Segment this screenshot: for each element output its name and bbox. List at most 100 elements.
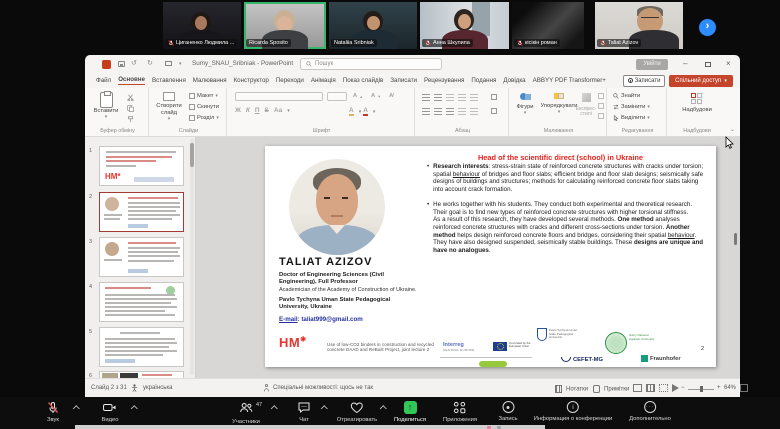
numbering-icon[interactable] [434, 94, 442, 101]
zoom-in-button[interactable]: + [717, 385, 721, 391]
participant-tile[interactable]: Циганенко Людмила ... [163, 2, 241, 49]
tab-animations[interactable]: Анімація [311, 77, 336, 85]
align-text-icon[interactable] [491, 108, 497, 114]
grow-font-button[interactable]: А ▲ [353, 93, 363, 99]
slide-canvas[interactable]: Head of the scientific direct (school) i… [265, 146, 716, 367]
chat-button[interactable]: Чат [298, 401, 311, 423]
font-name-select[interactable] [235, 92, 323, 101]
participant-tile[interactable]: Taliat Azizov [595, 2, 683, 49]
columns-icon[interactable] [470, 108, 478, 115]
italic-button[interactable]: К [246, 107, 250, 114]
tab-view[interactable]: Подання [471, 77, 496, 85]
new-slide-button[interactable]: Створити слайд ▾ [153, 92, 185, 123]
search-input[interactable]: Пошук [300, 57, 442, 70]
participant-tile[interactable]: Анна Шкулипа [420, 2, 509, 49]
close-button[interactable]: × [726, 59, 731, 68]
decrease-indent-icon[interactable] [446, 94, 454, 101]
slide-thumbnail-5[interactable] [99, 327, 184, 367]
accessibility-status[interactable]: Спеціальні можливості: щось не так [273, 385, 373, 391]
paste-button[interactable]: Вставити ▾ [93, 91, 119, 120]
tab-draw[interactable]: Малювання [193, 77, 227, 85]
meeting-info-button[interactable]: i Информация о конференции [534, 401, 612, 422]
increase-indent-icon[interactable] [458, 94, 466, 101]
undo-icon[interactable]: ↺ [131, 59, 137, 67]
underline-button[interactable]: П [255, 107, 260, 114]
minimize-button[interactable]: – [683, 59, 687, 68]
slideshow-from-start-icon[interactable] [165, 61, 172, 66]
change-case-button[interactable]: Аа [274, 107, 282, 114]
tab-abbyy[interactable]: ABBYY PDF Transformer+ [533, 77, 606, 85]
audio-options-caret[interactable] [73, 405, 80, 412]
next-participants-page-button[interactable]: › [699, 19, 716, 36]
audio-button[interactable]: Звук [47, 401, 60, 423]
accessibility-person-icon[interactable] [131, 384, 138, 394]
signin-button[interactable]: Увійти [636, 58, 668, 70]
slide-thumbnail-6[interactable] [99, 371, 184, 378]
shrink-font-button[interactable]: А ▼ [371, 93, 381, 99]
align-right-icon[interactable] [446, 108, 454, 115]
video-options-caret[interactable] [131, 405, 138, 412]
tab-slideshow[interactable]: Показ слайдів [343, 77, 384, 85]
canvas-scrollbar-thumb[interactable] [734, 233, 737, 245]
slide-thumbnail-2-selected[interactable] [99, 192, 184, 232]
comments-button[interactable]: Примітки [593, 385, 629, 393]
shapes-button[interactable]: Фігури ▾ [511, 93, 539, 116]
tab-record[interactable]: Записати [390, 77, 417, 85]
arrange-button[interactable]: Упорядкувати ▾ [539, 93, 579, 115]
highlight-color-button[interactable]: А [349, 107, 354, 116]
font-color-button[interactable]: А [363, 107, 368, 116]
reset-button[interactable]: Скинути [189, 104, 219, 110]
tab-home[interactable]: Основне [118, 76, 145, 85]
react-options-caret[interactable] [380, 405, 387, 412]
replace-button[interactable]: Замінити ▾ [613, 104, 650, 110]
tab-insert[interactable]: Вставлення [152, 77, 186, 85]
bullets-icon[interactable] [422, 94, 430, 101]
tab-transitions[interactable]: Переходи [276, 77, 304, 85]
view-reading-button[interactable] [659, 384, 668, 392]
participant-tile[interactable]: Nataliia Sribniak [329, 2, 417, 49]
view-slideshow-button[interactable] [672, 384, 679, 392]
slide-thumbnail-4[interactable] [99, 282, 184, 322]
record-meeting-button[interactable]: Запись [498, 401, 518, 422]
font-size-select[interactable] [327, 92, 347, 101]
shape-fill-icon[interactable] [598, 93, 604, 99]
record-button[interactable]: Записати [623, 74, 665, 87]
line-spacing-icon[interactable] [470, 94, 478, 101]
zoom-percent[interactable]: 64% [724, 385, 736, 391]
slide-thumbnail-1[interactable]: HM* [99, 146, 184, 186]
participant-tile-active-speaker[interactable]: Ricarda Sposito [244, 2, 326, 49]
view-normal-button[interactable] [633, 384, 642, 392]
copy-button[interactable] [127, 105, 134, 112]
maximize-button[interactable] [705, 62, 711, 67]
zoom-out-button[interactable]: − [681, 385, 685, 391]
addins-button[interactable]: Надбудови [677, 93, 717, 113]
fit-slide-button[interactable] [740, 384, 748, 392]
notes-button[interactable]: Нотатки [555, 385, 588, 393]
layout-button[interactable]: Макет ▾ [189, 93, 218, 99]
quick-styles-button[interactable]: Експрес-стилі [575, 93, 597, 118]
bold-button[interactable]: Ж [235, 107, 241, 114]
shape-outline-icon[interactable] [598, 103, 604, 109]
section-button[interactable]: Розділ ▾ [189, 115, 219, 121]
justify-icon[interactable] [458, 108, 466, 115]
share-button[interactable]: Спільний доступ ▾ [669, 74, 733, 87]
participants-button[interactable]: 47 Участники [232, 401, 262, 425]
accessibility-check-icon[interactable] [263, 384, 270, 394]
status-language[interactable]: українська [143, 385, 173, 391]
tab-help[interactable]: Довідка [503, 77, 525, 85]
format-painter-button[interactable] [127, 116, 134, 123]
participants-options-caret[interactable] [271, 405, 278, 412]
panel-scrollbar[interactable] [190, 139, 194, 375]
tab-file[interactable]: Файл [96, 77, 111, 85]
align-left-icon[interactable] [422, 108, 430, 115]
view-sorter-button[interactable] [646, 384, 655, 392]
align-center-icon[interactable] [434, 108, 442, 115]
save-icon[interactable] [118, 61, 125, 67]
shape-effects-icon[interactable] [598, 113, 604, 119]
slide-thumbnail-3[interactable] [99, 237, 184, 277]
chat-options-caret[interactable] [321, 405, 328, 412]
text-direction-icon[interactable] [491, 94, 497, 100]
collapse-ribbon-icon[interactable]: ⌄ [730, 126, 735, 133]
cut-button[interactable] [127, 94, 134, 101]
participant-tile[interactable]: кісікін роман [512, 2, 584, 49]
